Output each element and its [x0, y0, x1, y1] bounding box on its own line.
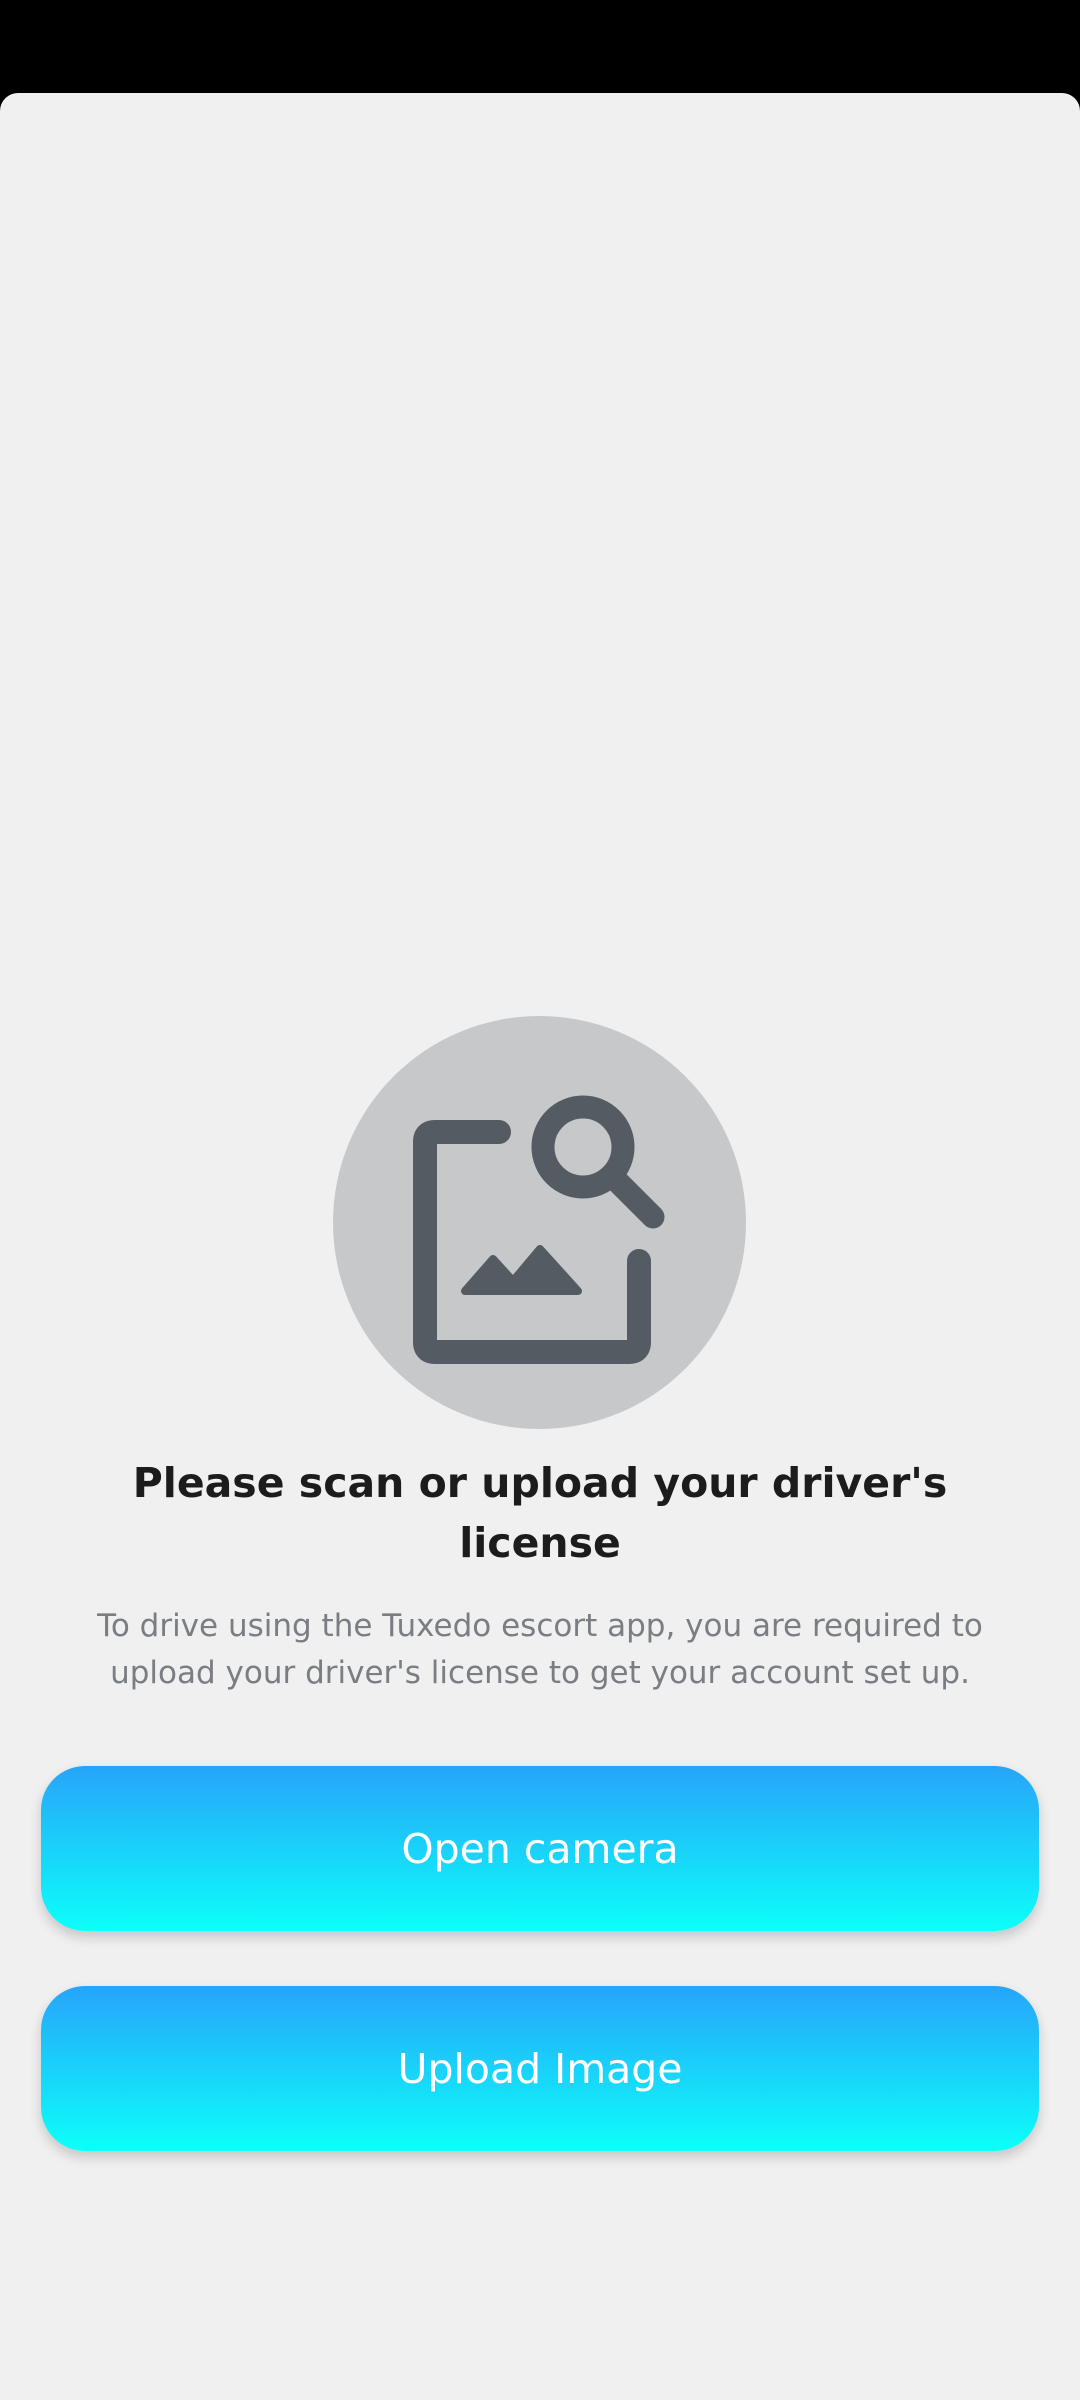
- page-description: To drive using the Tuxedo escort app, yo…: [97, 1608, 983, 1691]
- license-upload-screen: Please scan or upload your driver's lice…: [0, 93, 1080, 2400]
- status-bar: [0, 0, 1080, 93]
- page-title: Please scan or upload your driver's lice…: [132, 1459, 948, 1567]
- open-camera-button[interactable]: Open camera: [41, 1766, 1039, 1931]
- upload-image-button[interactable]: Upload Image: [41, 1986, 1039, 2151]
- image-search-icon: [413, 1095, 665, 1364]
- illustration-circle: [333, 1016, 746, 1429]
